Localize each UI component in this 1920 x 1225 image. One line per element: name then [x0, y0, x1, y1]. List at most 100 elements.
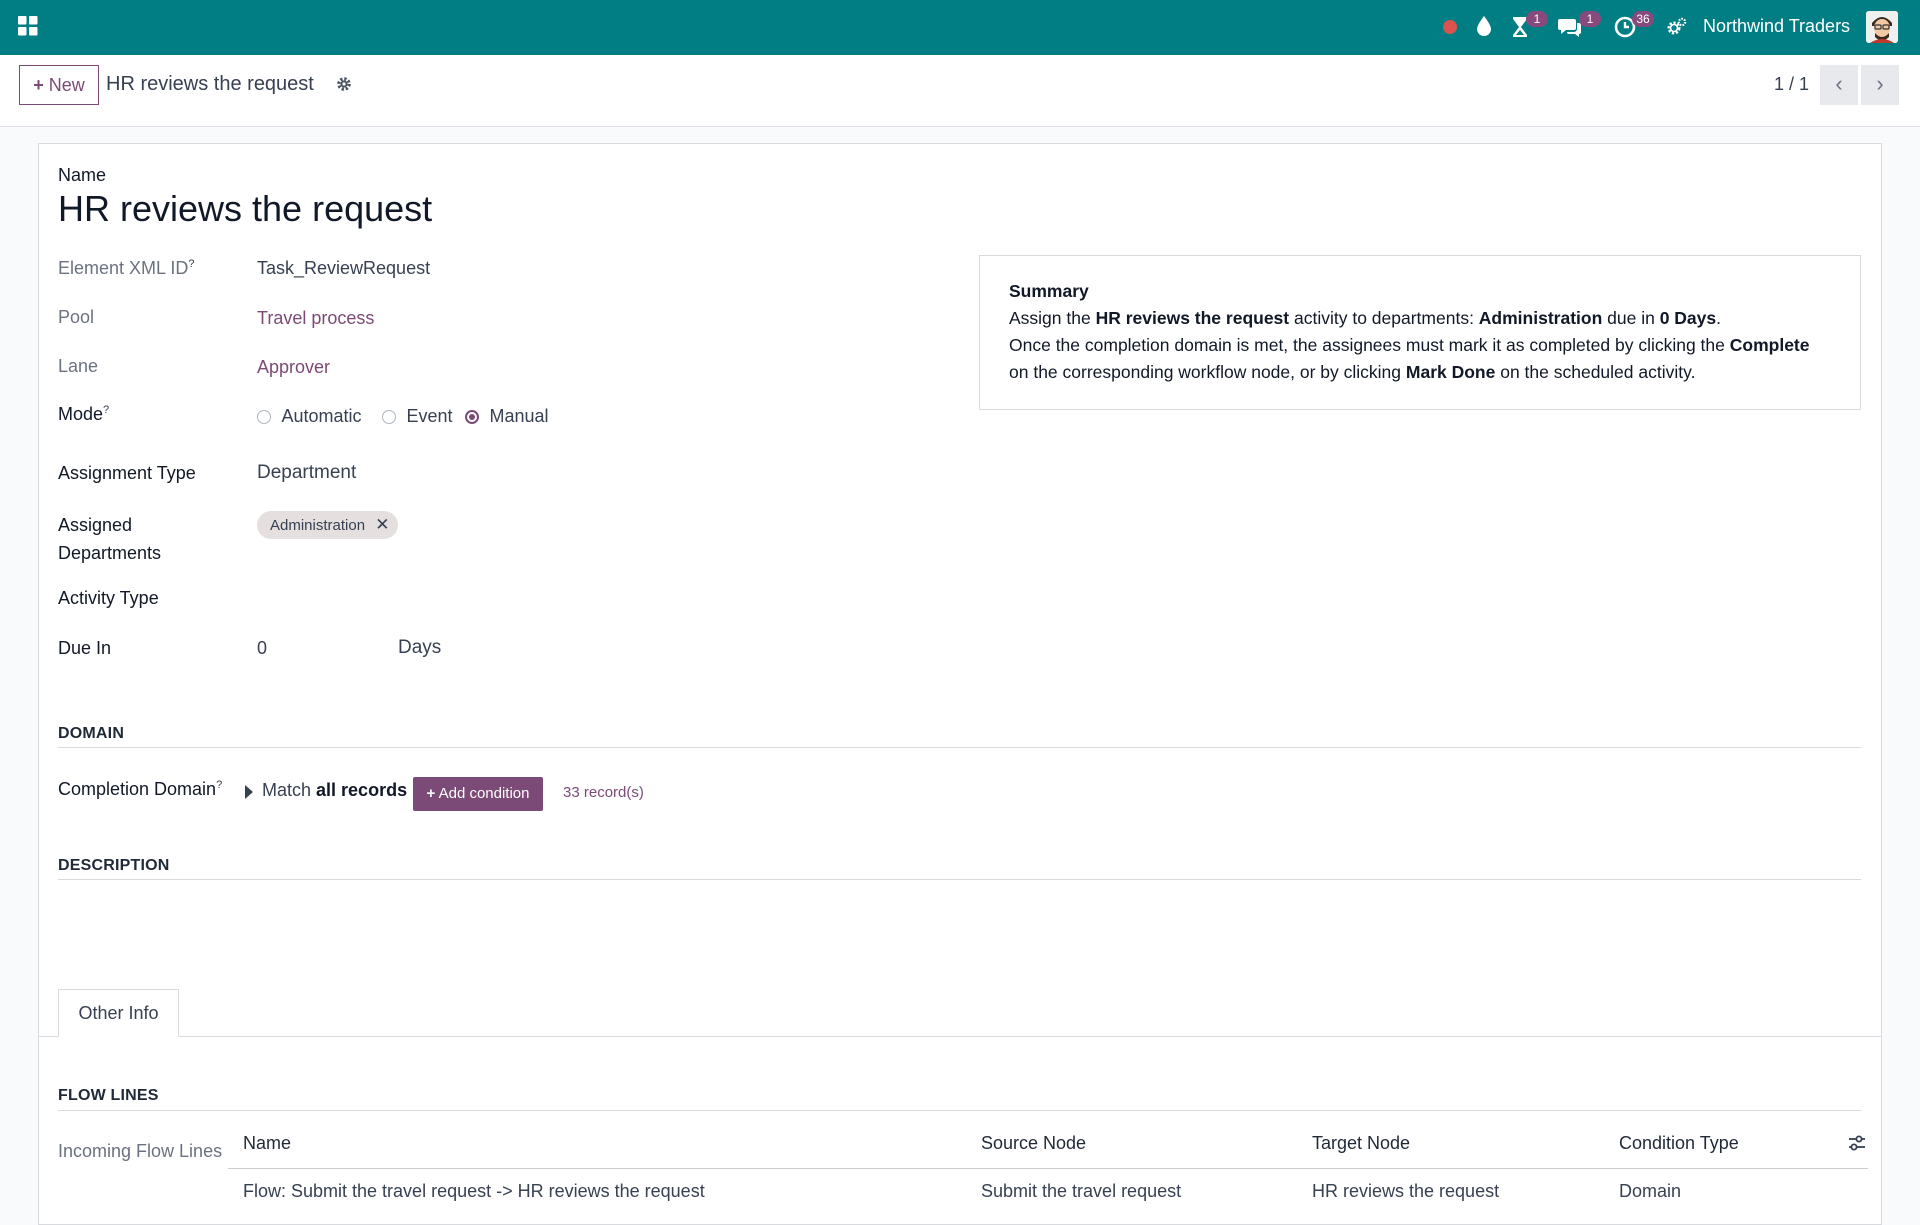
- summary-text: on the corresponding workflow node, or b…: [1009, 362, 1406, 382]
- table-cell-condition-type: Domain: [1619, 1181, 1682, 1201]
- chevron-left-icon: ‹: [1835, 71, 1843, 96]
- drop-icon[interactable]: [1476, 15, 1492, 37]
- summary-text: on the scheduled activity.: [1495, 362, 1696, 382]
- summary-line-1: Assign the HR reviews the request activi…: [1009, 305, 1840, 332]
- tabs-baseline: [39, 1036, 1881, 1037]
- tab-other-info-label: Other Info: [78, 1003, 159, 1023]
- add-condition-label: Add condition: [438, 785, 530, 802]
- domain-toggle-caret-icon[interactable]: [245, 785, 253, 799]
- pager-next-button[interactable]: ›: [1861, 65, 1899, 105]
- lane-link[interactable]: Approver: [257, 357, 330, 378]
- mode-radio-manual[interactable]: Manual: [465, 406, 549, 427]
- summary-activity-name: HR reviews the request: [1095, 308, 1290, 328]
- name-label: Name: [58, 165, 107, 185]
- new-button[interactable]: + New: [19, 65, 99, 105]
- xml-id-value[interactable]: Task_ReviewRequest: [257, 258, 430, 279]
- summary-text: Once the completion domain is met, the a…: [1009, 335, 1730, 355]
- breadcrumb: HR reviews the request: [106, 73, 314, 95]
- table-cell-source-node: Submit the travel request: [981, 1181, 1182, 1201]
- column-header-target-node[interactable]: Target Node: [1312, 1133, 1410, 1154]
- mode-label: Mode?: [58, 404, 109, 425]
- pool-link[interactable]: Travel process: [257, 308, 374, 329]
- domain-match-scope: all records: [316, 780, 408, 800]
- summary-text: due in: [1602, 308, 1660, 328]
- mode-radio-automatic[interactable]: Automatic: [257, 406, 362, 427]
- summary-line-2: Once the completion domain is met, the a…: [1009, 332, 1840, 359]
- due-in-input[interactable]: 0: [257, 638, 377, 659]
- chevron-right-icon: ›: [1876, 71, 1884, 96]
- record-count-link[interactable]: 33 record(s): [563, 784, 644, 801]
- assigned-departments-label-line1: Assigned: [58, 515, 133, 535]
- radio-circle-selected: [465, 410, 479, 424]
- add-condition-button[interactable]: + Add condition: [413, 777, 543, 811]
- summary-line-3: on the corresponding workflow node, or b…: [1009, 359, 1840, 386]
- record-title[interactable]: HR reviews the request: [58, 188, 432, 230]
- assigned-departments-label: Assigned Departments: [58, 511, 161, 567]
- domain-match-text: Match all records: [262, 780, 407, 801]
- activity-type-input[interactable]: [257, 584, 857, 612]
- apps-menu-icon[interactable]: [18, 16, 38, 36]
- radio-circle: [382, 410, 396, 424]
- help-tooltip-icon[interactable]: ?: [188, 258, 194, 270]
- column-header-source-node[interactable]: Source Node: [981, 1133, 1086, 1154]
- record-gear-icon[interactable]: [336, 76, 352, 92]
- tab-other-info[interactable]: Other Info: [58, 989, 179, 1037]
- help-tooltip-icon[interactable]: ?: [216, 779, 222, 791]
- mode-option-manual: Manual: [489, 406, 549, 426]
- summary-text: .: [1716, 308, 1721, 328]
- summary-text: Assign the: [1009, 308, 1096, 328]
- domain-section-title: DOMAIN: [58, 725, 125, 742]
- hourglass-icon[interactable]: 1: [1512, 11, 1548, 38]
- activity-badge: 1: [1526, 11, 1548, 27]
- description-section-title: DESCRIPTION: [58, 857, 170, 874]
- summary-department: Administration: [1478, 308, 1603, 328]
- summary-mark-done: Mark Done: [1405, 362, 1496, 382]
- summary-complete: Complete: [1729, 335, 1810, 355]
- mode-label-text: Mode: [58, 404, 104, 424]
- description-editor[interactable]: [58, 890, 1861, 970]
- plus-icon: +: [426, 785, 436, 802]
- column-header-condition-type[interactable]: Condition Type: [1619, 1133, 1739, 1154]
- domain-separator: [58, 747, 1861, 748]
- incoming-flow-lines-label: Incoming Flow Lines: [58, 1141, 223, 1161]
- clock-badge: 36: [1632, 11, 1654, 27]
- messages-badge: 1: [1579, 11, 1601, 27]
- due-in-label: Due In: [58, 638, 112, 658]
- assignment-type-label: Assignment Type: [58, 463, 196, 483]
- flow-lines-section-title: FLOW LINES: [58, 1087, 159, 1104]
- xml-id-label-text: Element XML ID: [58, 258, 189, 278]
- messages-icon[interactable]: 1: [1558, 11, 1601, 38]
- department-tag: Administration ✕: [257, 511, 399, 539]
- remove-tag-close-icon[interactable]: ✕: [375, 515, 389, 534]
- settings-gears-icon[interactable]: [1667, 17, 1687, 37]
- due-in-unit-select[interactable]: Days: [398, 637, 441, 659]
- flow-lines-separator: [58, 1110, 1861, 1111]
- summary-due: 0 Days: [1659, 308, 1717, 328]
- pager-previous-button[interactable]: ‹: [1820, 65, 1858, 105]
- recording-dot-icon[interactable]: [1443, 20, 1457, 34]
- summary-panel: Summary Assign the HR reviews the reques…: [979, 255, 1861, 410]
- summary-title: Summary: [1009, 281, 1089, 301]
- column-header-name[interactable]: Name: [243, 1133, 291, 1154]
- completion-domain-label: Completion Domain?: [58, 779, 222, 800]
- completion-domain-label-text: Completion Domain: [58, 779, 217, 799]
- mode-radio-event[interactable]: Event: [382, 406, 452, 427]
- pager-value[interactable]: 1 / 1: [1774, 74, 1809, 95]
- plus-icon: +: [33, 75, 44, 95]
- lane-label: Lane: [58, 356, 99, 376]
- user-avatar[interactable]: [1866, 11, 1898, 43]
- activity-type-label: Activity Type: [58, 588, 159, 608]
- assigned-departments-label-line2: Departments: [58, 543, 162, 563]
- pool-label: Pool: [58, 307, 95, 327]
- help-tooltip-icon[interactable]: ?: [103, 404, 109, 416]
- new-button-label: New: [48, 75, 85, 95]
- summary-text: activity to departments:: [1289, 308, 1479, 328]
- table-cell-name: Flow: Submit the travel request -> HR re…: [243, 1181, 705, 1201]
- xml-id-label: Element XML ID?: [58, 258, 195, 279]
- clock-icon[interactable]: 36: [1614, 11, 1654, 38]
- optional-columns-sliders-icon[interactable]: [1848, 1134, 1866, 1152]
- mode-option-automatic: Automatic: [281, 406, 362, 426]
- department-tag-label: Administration: [270, 517, 366, 534]
- company-name[interactable]: Northwind Traders: [1703, 16, 1850, 37]
- assignment-type-select[interactable]: Department: [257, 462, 356, 484]
